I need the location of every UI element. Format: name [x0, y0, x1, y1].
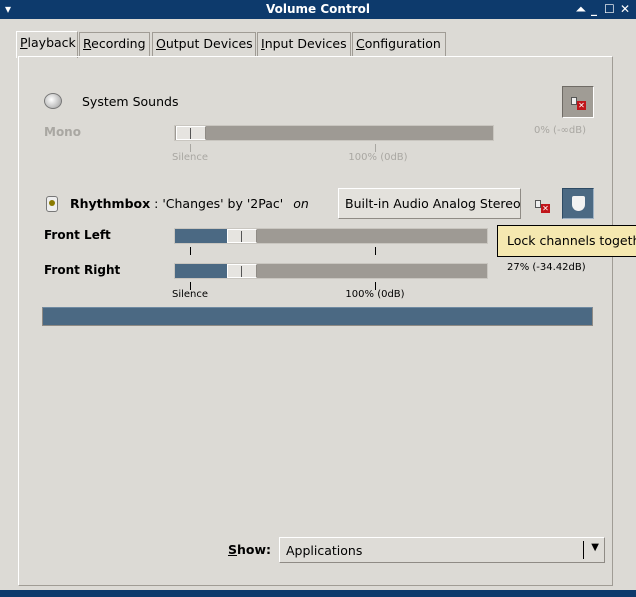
tooltip: Lock channels together: [497, 225, 636, 257]
tick-label-100: 100% (0dB): [348, 152, 408, 163]
mono-volume-slider[interactable]: [174, 125, 494, 141]
tick-100: [375, 247, 376, 255]
mono-volume-text: 0% (-∞dB): [534, 125, 586, 136]
stream-description: : 'Changes' by '2Pac': [154, 196, 284, 211]
show-combobox[interactable]: Applications ▼: [279, 537, 605, 563]
tab-label: layback: [27, 35, 76, 50]
tick-label-100: 100% (0dB): [345, 289, 405, 300]
slider-thumb[interactable]: [226, 229, 257, 243]
show-label: Show:: [228, 542, 271, 557]
shield-icon: [572, 196, 585, 211]
title-bar: ▾ Volume Control ⏶ _ ☐ ✕: [0, 0, 636, 19]
tab-label: utput Devices: [165, 36, 253, 51]
tab-mnemonic: R: [83, 36, 92, 51]
stream-volume-text: 27% (-34.42dB): [507, 262, 586, 273]
close-icon[interactable]: ✕: [620, 0, 630, 19]
minimize-icon[interactable]: _: [591, 0, 597, 19]
tab-playback[interactable]: Playback: [16, 31, 78, 58]
front-right-slider[interactable]: [174, 263, 488, 279]
stream-mute-toggle[interactable]: ✕: [533, 197, 551, 213]
tab-input-devices[interactable]: Input Devices: [257, 32, 351, 57]
tab-mnemonic: O: [156, 36, 166, 51]
tab-label: onfiguration: [364, 36, 441, 51]
show-mnemonic: S: [228, 542, 238, 557]
peak-level-meter: [42, 307, 593, 326]
tab-label: ecording: [91, 36, 146, 51]
mute-icon: ✕: [569, 94, 587, 110]
show-label-text: how:: [237, 542, 272, 557]
mono-label: Mono: [44, 125, 81, 139]
tab-output-devices[interactable]: Output Devices: [152, 32, 256, 57]
tick-silence: [190, 247, 191, 255]
show-value: Applications: [286, 543, 363, 558]
tick-label-silence: Silence: [171, 289, 209, 300]
window-menu-icon[interactable]: ▾: [5, 0, 11, 19]
front-left-slider[interactable]: [174, 228, 488, 244]
shade-icon[interactable]: ⏶: [576, 0, 586, 19]
rhythmbox-icon: [46, 196, 58, 212]
app-name: Rhythmbox: [70, 196, 151, 211]
slider-thumb[interactable]: [226, 264, 257, 278]
front-left-label: Front Left: [44, 228, 111, 242]
system-sounds-icon: [44, 93, 62, 109]
front-right-label: Front Right: [44, 263, 121, 277]
tab-configuration[interactable]: Configuration: [352, 32, 446, 57]
combo-separator: [583, 541, 584, 559]
system-sounds-mute-toggle[interactable]: ✕: [562, 86, 594, 118]
system-sounds-label: System Sounds: [82, 94, 179, 109]
lock-channels-toggle[interactable]: [562, 188, 594, 219]
output-device-button[interactable]: Built-in Audio Analog Stereo: [338, 188, 521, 219]
slider-thumb[interactable]: [176, 126, 206, 140]
tab-label: nput Devices: [264, 36, 347, 51]
tab-recording[interactable]: Recording: [79, 32, 150, 57]
tick-100: [375, 144, 376, 152]
window-bottom-border: [0, 590, 636, 597]
slider-fill: [175, 229, 227, 243]
tick-label-silence: Silence: [171, 152, 209, 163]
tab-mnemonic: P: [20, 35, 28, 50]
tab-mnemonic: C: [356, 36, 365, 51]
window-title: Volume Control: [266, 2, 370, 16]
on-label: on: [293, 196, 309, 211]
maximize-icon[interactable]: ☐: [604, 0, 615, 19]
tick-silence: [190, 144, 191, 152]
mute-icon: ✕: [541, 204, 550, 213]
stream-title: Rhythmbox : 'Changes' by '2Pac' on: [70, 196, 309, 211]
chevron-down-icon: ▼: [591, 542, 599, 553]
slider-fill: [175, 264, 227, 278]
